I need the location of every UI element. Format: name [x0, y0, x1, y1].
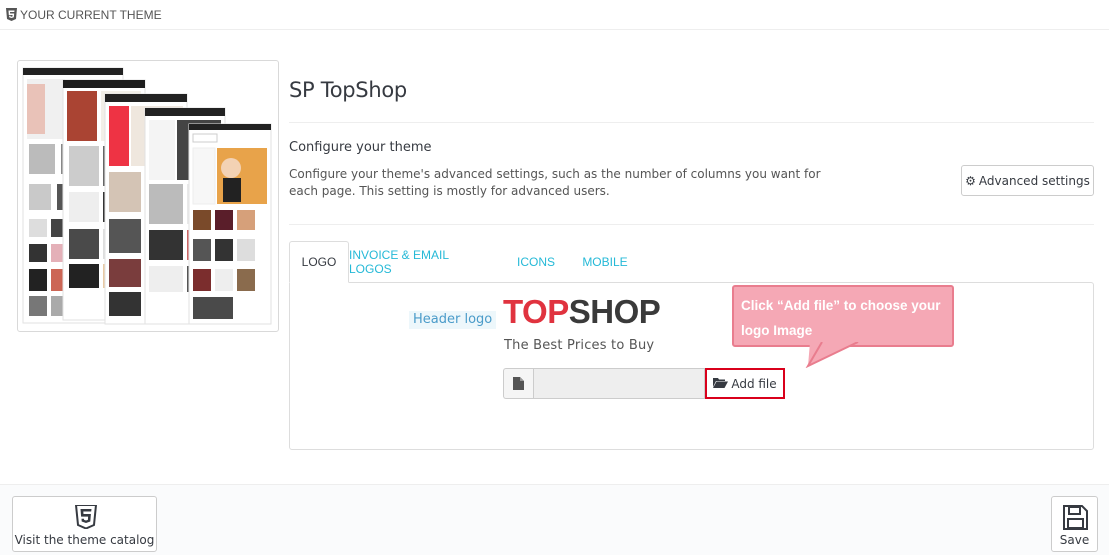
file-name-input[interactable] — [533, 368, 705, 399]
tab-mobile[interactable]: MOBILE — [575, 241, 635, 283]
panel-heading: YOUR CURRENT THEME — [0, 0, 1109, 30]
callout-pointer — [805, 342, 859, 368]
floppy-disk-icon — [1063, 505, 1088, 530]
divider — [289, 224, 1094, 225]
tab-icons[interactable]: ICONS — [509, 241, 563, 283]
add-file-button[interactable]: Add file — [705, 368, 785, 399]
folder-open-icon — [713, 377, 729, 391]
add-file-label: Add file — [731, 376, 777, 391]
save-button[interactable]: Save — [1051, 496, 1098, 552]
advanced-settings-button[interactable]: ⚙ Advanced settings — [961, 165, 1094, 196]
file-icon — [503, 368, 533, 399]
divider — [289, 122, 1094, 123]
logo-tagline: The Best Prices to Buy — [504, 338, 655, 353]
catalog-button-label: Visit the theme catalog — [14, 533, 155, 547]
html5-icon — [6, 8, 17, 21]
advanced-settings-label: Advanced settings — [978, 173, 1090, 188]
tab-label: LOGO — [301, 255, 337, 269]
tab-label: INVOICE & EMAIL LOGOS — [349, 248, 449, 276]
tab-content-logo — [289, 282, 1094, 450]
config-title: Configure your theme — [289, 140, 432, 155]
shop-logo: TOPSHOP — [503, 293, 661, 331]
config-description: Configure your theme's advanced settings… — [289, 167, 821, 198]
tab-label: ICONS — [516, 255, 555, 269]
panel-footer — [0, 484, 1109, 555]
theme-name: SP TopShop — [289, 78, 407, 102]
visit-theme-catalog-button[interactable]: Visit the theme catalog — [12, 496, 157, 552]
callout-text: Click “Add file” to choose your logo Ima… — [741, 298, 941, 338]
logo-text-top: TOP — [503, 293, 569, 330]
tab-label: MOBILE — [582, 255, 628, 269]
file-upload-group — [503, 368, 705, 399]
gear-icon: ⚙ — [965, 173, 976, 188]
theme-preview-image — [17, 60, 279, 332]
logo-text-shop: SHOP — [568, 293, 661, 330]
html5-icon — [75, 505, 97, 529]
tab-logo[interactable]: LOGO — [289, 241, 349, 283]
panel-title: YOUR CURRENT THEME — [20, 7, 162, 22]
tab-bar: LOGO INVOICE & EMAIL LOGOS ICONS MOBILE — [289, 241, 1094, 283]
save-button-label: Save — [1059, 533, 1090, 547]
header-logo-label: Header logo — [409, 311, 497, 329]
tab-invoice-email-logos[interactable]: INVOICE & EMAIL LOGOS — [349, 241, 493, 283]
